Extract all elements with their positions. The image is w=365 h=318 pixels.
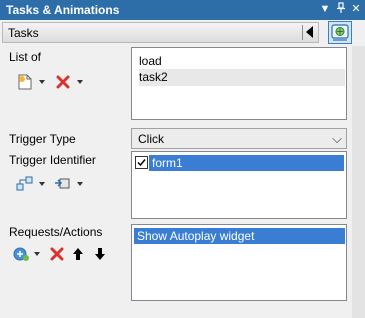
- delete-icon: [56, 75, 70, 89]
- list-item[interactable]: Show Autoplay widget: [134, 228, 345, 244]
- collapse-left-icon[interactable]: [306, 26, 313, 38]
- trigger-type-label: Trigger Type: [9, 132, 76, 146]
- add-action-icon: [13, 247, 29, 261]
- trigger-identifier-label: Trigger Identifier: [9, 153, 96, 167]
- close-icon[interactable]: ✕: [349, 2, 363, 17]
- chevron-down-icon[interactable]: ▼: [318, 2, 332, 17]
- task-selector-divider: [302, 25, 303, 40]
- trigger-identifier-list[interactable]: form1: [131, 151, 347, 219]
- move-up-button[interactable]: [69, 245, 87, 263]
- check-icon: [137, 159, 146, 167]
- delete-task-dropdown-icon[interactable]: [76, 77, 84, 87]
- pointer-target-icon: [55, 178, 70, 189]
- settings-icon: [331, 24, 349, 41]
- requests-actions-label: Requests/Actions: [9, 225, 103, 239]
- vertical-scrollbar-track[interactable]: [352, 46, 365, 318]
- object-tree-icon: [16, 176, 33, 191]
- move-down-button[interactable]: [91, 245, 109, 263]
- new-document-icon: [18, 74, 32, 90]
- task-selector-bar: Tasks: [0, 20, 365, 46]
- arrow-down-icon: [95, 248, 105, 260]
- new-task-dropdown-icon[interactable]: [38, 77, 46, 87]
- settings-button[interactable]: [328, 21, 352, 44]
- add-trigger-button[interactable]: [16, 175, 34, 193]
- list-item[interactable]: task2: [139, 69, 345, 86]
- task-selector[interactable]: Tasks: [2, 22, 319, 43]
- panel-title-bar: Tasks & Animations ▼ ✕: [0, 0, 365, 20]
- requests-actions-list[interactable]: Show Autoplay widget: [131, 224, 347, 301]
- list-item[interactable]: load: [139, 53, 162, 70]
- add-action-dropdown-icon[interactable]: [33, 249, 41, 259]
- delete-icon: [50, 247, 64, 261]
- trigger-type-value: Click: [138, 132, 164, 146]
- trigger-select-button[interactable]: [54, 175, 72, 193]
- form1-checkbox[interactable]: [135, 156, 148, 169]
- add-trigger-dropdown-icon[interactable]: [38, 179, 46, 189]
- list-of-label: List of: [9, 50, 42, 64]
- list-item[interactable]: form1: [149, 155, 344, 171]
- new-task-button[interactable]: [16, 73, 34, 91]
- delete-task-button[interactable]: [54, 73, 72, 91]
- delete-action-button[interactable]: [48, 245, 66, 263]
- task-selector-label: Tasks: [8, 26, 39, 40]
- trigger-select-dropdown-icon[interactable]: [76, 179, 84, 189]
- trigger-type-select[interactable]: Click ⌵: [131, 128, 347, 149]
- add-action-button[interactable]: [12, 245, 30, 263]
- task-list[interactable]: load task2: [131, 47, 347, 120]
- pin-icon[interactable]: [334, 2, 348, 17]
- panel-title: Tasks & Animations: [6, 3, 120, 17]
- arrow-up-icon: [73, 248, 83, 260]
- chevron-down-icon: ⌵: [332, 131, 342, 146]
